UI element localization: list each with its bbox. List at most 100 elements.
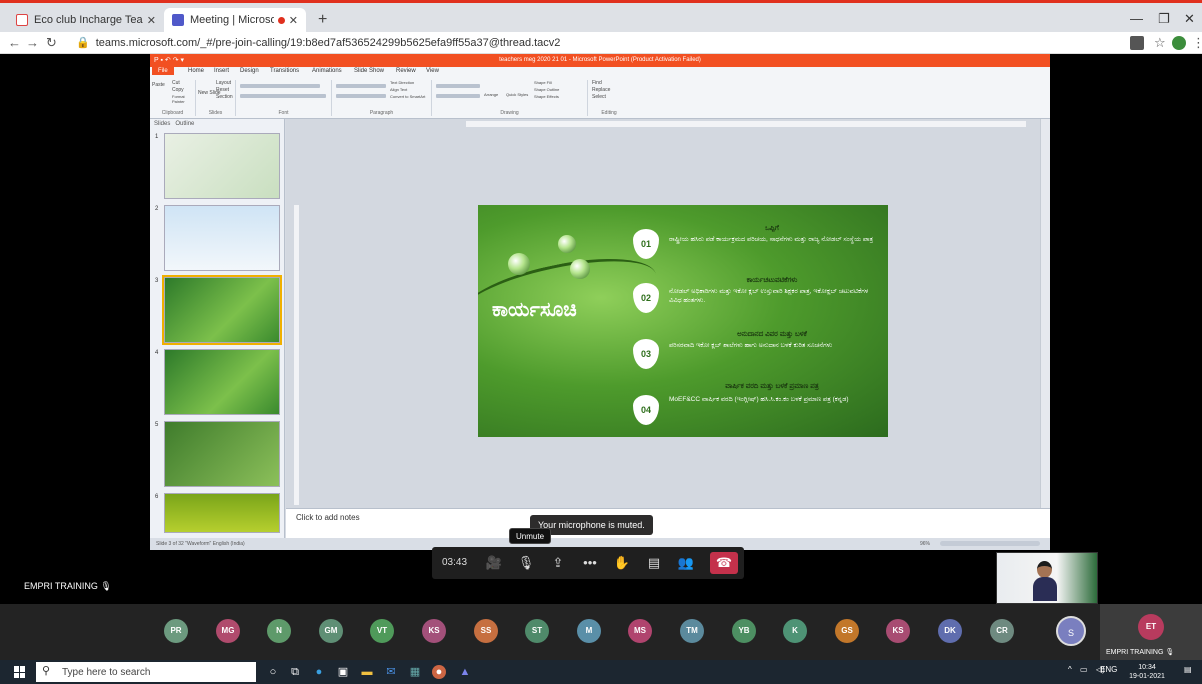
ribbon-tab-home[interactable]: Home — [188, 68, 204, 74]
slide-thumbnail-3[interactable]: 3 — [155, 275, 282, 345]
ribbon-tab-review[interactable]: Review — [396, 68, 416, 74]
notes-pane[interactable]: Click to add notes — [286, 508, 1050, 538]
shapes-gallery[interactable] — [436, 84, 480, 88]
url-field[interactable]: 🔒 teams.microsoft.com/_#/pre-join-calling… — [76, 36, 560, 49]
vertical-scrollbar[interactable] — [1040, 119, 1050, 508]
notifications-icon[interactable]: ▤ — [1184, 665, 1192, 674]
slide-thumbnail-5[interactable]: 5 — [155, 421, 280, 487]
participant-avatar[interactable]: M — [577, 619, 601, 643]
menu-dots-icon[interactable]: ⋮ — [1192, 35, 1202, 51]
network-icon[interactable]: ▭ — [1080, 665, 1088, 674]
participant-avatar[interactable]: ST — [525, 619, 549, 643]
convert-smartart-button[interactable]: Convert to SmartArt — [390, 94, 425, 99]
reload-icon[interactable]: ↻ — [46, 35, 57, 51]
edge-icon[interactable]: ● — [312, 665, 326, 679]
participant-tile[interactable]: ET EMPRI TRAINING 🎙 — [1100, 604, 1202, 660]
participant-avatar[interactable]: DK — [938, 619, 962, 643]
tab-slides[interactable]: Slides — [154, 121, 170, 127]
ribbon-tab-animations[interactable]: Animations — [312, 68, 342, 74]
ribbon-tab-view[interactable]: View — [426, 68, 439, 74]
self-avatar[interactable]: S — [1056, 616, 1086, 646]
align-text-button[interactable]: Align Text — [390, 87, 407, 92]
section-button[interactable]: Section — [216, 94, 233, 100]
close-icon[interactable]: ✕ — [147, 14, 156, 27]
share-screen-icon[interactable]: ⇪ — [548, 553, 568, 573]
participant-avatar[interactable]: KS — [422, 619, 446, 643]
camera-off-icon[interactable]: 🎥 — [484, 553, 504, 573]
tray-overflow-icon[interactable]: ^ — [1068, 665, 1072, 674]
windows-start-icon[interactable] — [14, 666, 26, 678]
taskbar-search[interactable]: ⚲ Type here to search — [36, 662, 256, 682]
mail-icon[interactable]: ✉ — [384, 665, 398, 679]
system-clock[interactable]: 10:34 19-01-2021 — [1124, 663, 1170, 681]
app-icon[interactable]: ▦ — [408, 665, 422, 679]
zoom-slider[interactable] — [940, 541, 1040, 546]
more-options-icon[interactable]: ••• — [580, 553, 600, 573]
layout-button[interactable]: Layout — [216, 80, 231, 86]
copy-button[interactable]: Copy — [172, 87, 184, 93]
forward-icon[interactable]: → — [26, 35, 39, 50]
participant-avatar[interactable]: MS — [628, 619, 652, 643]
profile-avatar[interactable] — [1172, 36, 1186, 50]
align-buttons[interactable] — [336, 94, 386, 98]
raise-hand-icon[interactable]: ✋ — [612, 553, 632, 573]
participant-avatar[interactable]: SS — [474, 619, 498, 643]
format-painter-button[interactable]: Format Painter — [172, 94, 195, 104]
ribbon-tab-file[interactable]: File — [152, 67, 174, 75]
hang-up-button[interactable]: ☎ — [710, 552, 738, 574]
reset-button[interactable]: Reset — [216, 87, 229, 93]
slide-thumbnail-6[interactable]: 6 — [155, 493, 280, 533]
font-name-box[interactable] — [240, 84, 320, 88]
participant-avatar[interactable]: KS — [886, 619, 910, 643]
participant-avatar[interactable]: YB — [732, 619, 756, 643]
maximize-icon[interactable]: ❐ — [1158, 11, 1170, 27]
tab-teams-meeting[interactable]: Meeting | Microsoft Teams ✕ — [164, 8, 306, 32]
participant-avatar[interactable]: VT — [370, 619, 394, 643]
font-format-row[interactable] — [240, 94, 326, 98]
chrome-icon[interactable]: ● — [432, 665, 446, 679]
minimize-icon[interactable]: — — [1130, 11, 1143, 26]
participant-avatar[interactable]: GS — [835, 619, 859, 643]
cut-button[interactable]: Cut — [172, 80, 180, 86]
participant-video[interactable] — [996, 552, 1098, 604]
store-icon[interactable]: ▣ — [336, 665, 350, 679]
replace-button[interactable]: Replace — [592, 87, 610, 93]
participant-avatar[interactable]: PR — [164, 619, 188, 643]
quick-styles-button[interactable]: Quick Styles — [506, 92, 528, 97]
cast-icon[interactable] — [1130, 36, 1144, 50]
select-button[interactable]: Select — [592, 94, 606, 100]
close-window-icon[interactable]: ✕ — [1184, 11, 1195, 27]
participant-avatar[interactable]: CR — [990, 619, 1014, 643]
participant-avatar[interactable]: K — [783, 619, 807, 643]
ribbon-tab-transitions[interactable]: Transitions — [270, 68, 299, 74]
microphone-muted-icon[interactable]: 🎙 — [516, 553, 536, 573]
participants-icon[interactable]: 👥 — [676, 553, 696, 573]
participant-avatar[interactable]: MG — [216, 619, 240, 643]
ribbon-tab-insert[interactable]: Insert — [214, 68, 229, 74]
language-indicator[interactable]: ENG — [1100, 665, 1117, 674]
slide-thumbnail-1[interactable]: 1 — [155, 133, 280, 199]
participant-avatar[interactable]: GM — [319, 619, 343, 643]
chat-icon[interactable]: ▤ — [644, 553, 664, 573]
arrange-button[interactable]: Arrange — [484, 92, 498, 97]
cortana-icon[interactable]: ○ — [266, 665, 280, 679]
text-direction-button[interactable]: Text Direction — [390, 80, 414, 85]
teams-taskbar-icon[interactable]: ▲ — [458, 665, 472, 679]
tab-eco-club[interactable]: Eco club Incharge Teachers Onlin ✕ — [8, 8, 164, 32]
quick-access-toolbar[interactable]: P ▪ ↶ ↷ ▾ — [154, 54, 184, 67]
close-icon[interactable]: ✕ — [289, 14, 298, 27]
paste-button[interactable]: Paste — [152, 82, 165, 88]
file-explorer-icon[interactable]: ▬ — [360, 665, 374, 679]
ribbon-tab-slideshow[interactable]: Slide Show — [354, 68, 384, 74]
shape-outline-button[interactable]: Shape Outline — [534, 87, 559, 92]
slide-thumbnail-4[interactable]: 4 — [155, 349, 280, 415]
list-buttons[interactable] — [336, 84, 386, 88]
participant-avatar[interactable]: TM — [680, 619, 704, 643]
tab-outline[interactable]: Outline — [175, 121, 194, 127]
bookmark-star-icon[interactable]: ☆ — [1154, 35, 1166, 51]
slide-thumbnail-2[interactable]: 2 — [155, 205, 280, 271]
find-button[interactable]: Find — [592, 80, 602, 86]
shape-fill-button[interactable]: Shape Fill — [534, 80, 552, 85]
participant-avatar[interactable]: N — [267, 619, 291, 643]
shape-effects-button[interactable]: Shape Effects — [534, 94, 559, 99]
